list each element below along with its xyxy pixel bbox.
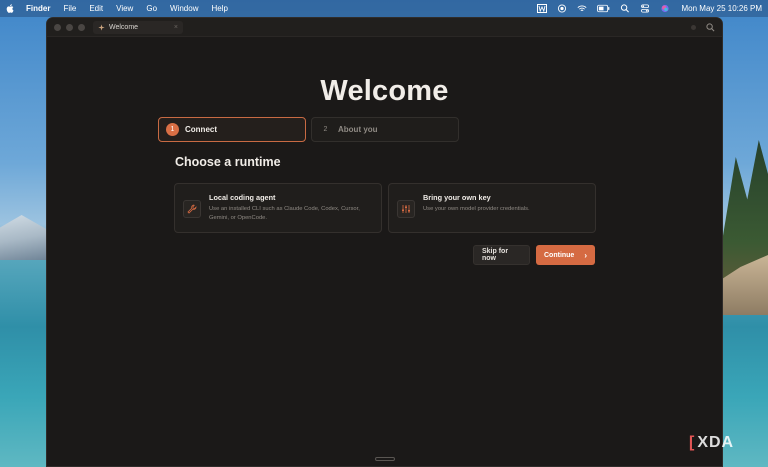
wrench-icon (183, 200, 201, 218)
control-center-icon[interactable] (640, 4, 650, 13)
search-icon[interactable] (706, 22, 715, 32)
card-description: Use an installed CLI such as Claude Code… (209, 206, 360, 221)
onboarding-content: Welcome 1 Connect 2 About you Choose a r… (47, 37, 722, 466)
actions: Skip for now Continue › (473, 245, 595, 265)
card-text: Bring your own key Use your own model pr… (423, 193, 530, 223)
card-description: Use your own model provider credentials. (423, 206, 530, 212)
step-number: 2 (323, 126, 328, 133)
menu-help[interactable]: Help (211, 4, 227, 13)
title-bar: Welcome × (47, 18, 722, 37)
option-bring-your-own-key[interactable]: Bring your own key Use your own model pr… (388, 183, 596, 233)
card-title: Bring your own key (423, 193, 491, 202)
skip-label: Skip for now (482, 248, 509, 262)
menu-go[interactable]: Go (146, 4, 157, 13)
sliders-icon (397, 200, 415, 218)
menu-clock[interactable]: Mon May 25 10:26 PM (682, 4, 762, 13)
xda-watermark: [ XDA (689, 434, 734, 452)
option-local-coding-agent[interactable]: Local coding agent Use an installed CLI … (174, 183, 382, 233)
status-area: Mon May 25 10:26 PM (536, 4, 762, 13)
xda-logo-icon: [ (689, 434, 696, 451)
section-title: Choose a runtime (175, 155, 281, 169)
close-window-button[interactable] (54, 23, 61, 31)
step-number: 1 (166, 123, 179, 136)
record-icon[interactable] (557, 4, 567, 13)
desktop-mountains (0, 215, 48, 260)
watermark-text: XDA (697, 434, 735, 451)
menu-bar: Finder File Edit View Go Window Help Mon… (0, 0, 768, 17)
chevron-right-icon: › (584, 250, 587, 260)
page-title: Welcome (320, 75, 449, 107)
menu-window[interactable]: Window (170, 4, 198, 13)
continue-label: Continue (544, 251, 575, 259)
tab-welcome[interactable]: Welcome × (93, 20, 183, 34)
tab-label: Welcome (109, 23, 139, 31)
sparkle-icon (98, 23, 105, 31)
skip-button[interactable]: Skip for now (473, 245, 530, 265)
minimize-window-button[interactable] (66, 23, 73, 31)
window-controls (54, 23, 85, 31)
apple-icon[interactable] (6, 4, 14, 13)
resize-handle[interactable] (375, 457, 395, 461)
zoom-window-button[interactable] (78, 23, 85, 31)
runtime-options: Local coding agent Use an installed CLI … (174, 183, 596, 233)
card-text: Local coding agent Use an installed CLI … (209, 193, 373, 223)
wordpad-icon[interactable] (536, 4, 547, 13)
status-dot-icon (691, 24, 696, 30)
menu-file[interactable]: File (63, 4, 76, 13)
continue-button[interactable]: Continue › (536, 245, 595, 265)
app-window: Welcome × Welcome 1 Connect 2 About you … (46, 17, 723, 467)
tab-close-icon[interactable]: × (174, 24, 178, 31)
titlebar-actions (691, 22, 715, 32)
menu-view[interactable]: View (116, 4, 133, 13)
menu-finder[interactable]: Finder (26, 4, 50, 13)
step-connect[interactable]: 1 Connect (158, 117, 306, 142)
wifi-icon[interactable] (577, 4, 587, 13)
step-label: Connect (185, 125, 217, 134)
siri-icon[interactable] (660, 4, 670, 13)
step-about-you[interactable]: 2 About you (311, 117, 459, 142)
spotlight-search-icon[interactable] (620, 4, 630, 13)
menu-edit[interactable]: Edit (89, 4, 103, 13)
card-title: Local coding agent (209, 193, 276, 202)
stepper: 1 Connect 2 About you (158, 117, 459, 142)
battery-icon[interactable] (596, 4, 610, 13)
step-label: About you (338, 125, 378, 134)
